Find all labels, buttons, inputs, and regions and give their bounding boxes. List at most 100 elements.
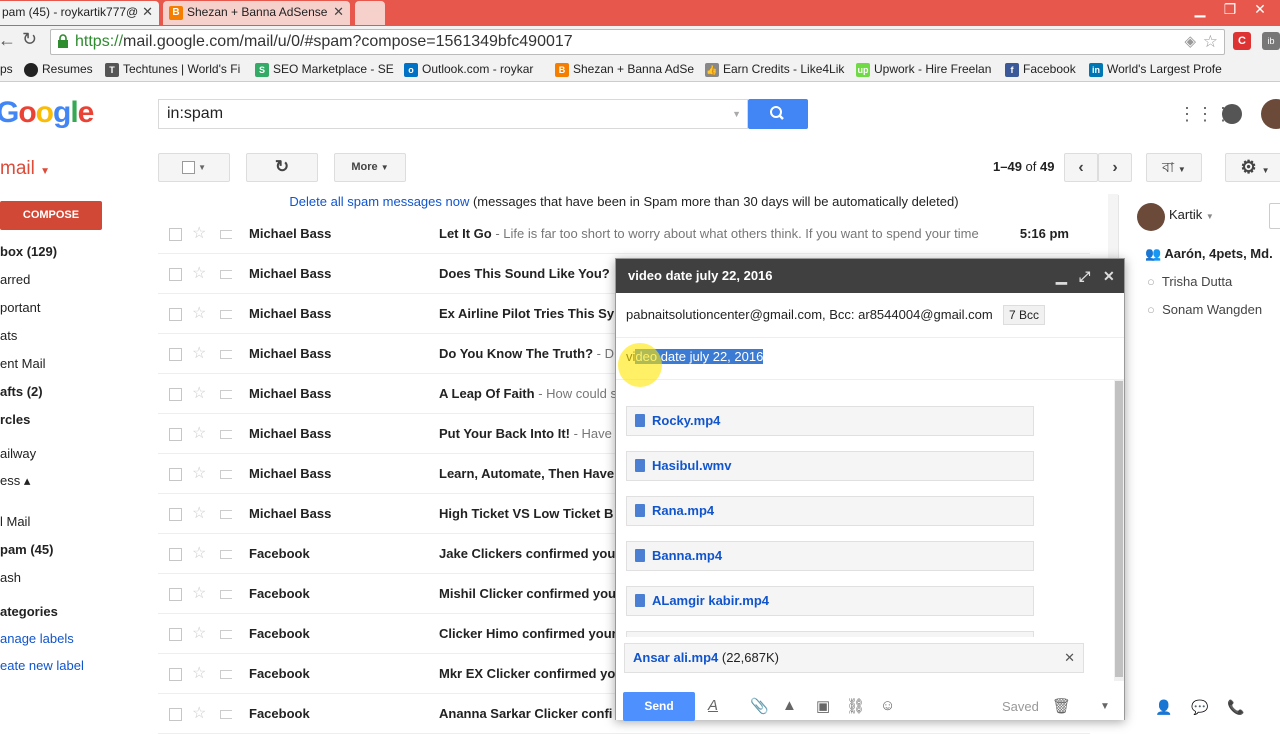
sidebar-item[interactable]: ent Mail bbox=[0, 356, 46, 371]
row-checkbox[interactable] bbox=[169, 588, 182, 601]
insert-photo-icon[interactable]: ▣ bbox=[816, 697, 830, 715]
more-button[interactable]: More ▼ bbox=[334, 153, 406, 182]
bookmark-upwork[interactable]: up Upwork - Hire Freelan bbox=[856, 58, 991, 80]
bookmark-star-icon[interactable]: ☆ bbox=[1203, 30, 1218, 54]
row-checkbox[interactable] bbox=[169, 308, 182, 321]
star-icon[interactable]: ☆ bbox=[192, 374, 206, 413]
star-icon[interactable]: ☆ bbox=[192, 454, 206, 493]
input-tools-button[interactable]: বা ▼ bbox=[1146, 153, 1202, 182]
address-bar[interactable]: https://mail.google.com/mail/u/0/#spam?c… bbox=[50, 29, 1225, 55]
bcc-chip[interactable]: 7 Bcc bbox=[1003, 305, 1046, 325]
search-input[interactable]: in:spam ▼ bbox=[158, 99, 748, 129]
star-icon[interactable]: ☆ bbox=[192, 494, 206, 533]
tab-adsense[interactable]: B Shezan + Banna AdSense ✕ bbox=[163, 1, 350, 25]
row-checkbox[interactable] bbox=[169, 268, 182, 281]
notifications-icon[interactable] bbox=[1222, 104, 1242, 124]
star-icon[interactable]: ☆ bbox=[192, 654, 206, 693]
table-row[interactable]: ☆ Michael Bass Let It Go - Life is far too… bbox=[158, 214, 1090, 254]
phone-icon[interactable]: 📞 bbox=[1227, 699, 1244, 716]
importance-marker-icon[interactable] bbox=[220, 230, 232, 239]
chat-group[interactable]: 👥 Aarón, 4pets, Md. bbox=[1145, 246, 1273, 262]
sidebar-item[interactable]: box (129) bbox=[0, 244, 57, 259]
hangouts-icon[interactable]: 💬 bbox=[1191, 699, 1208, 716]
star-icon[interactable]: ☆ bbox=[192, 694, 206, 733]
more-options-icon[interactable]: ▼ bbox=[1100, 701, 1110, 712]
compose-scrollbar[interactable] bbox=[1114, 379, 1124, 681]
star-icon[interactable]: ☆ bbox=[192, 614, 206, 653]
restore-window-icon[interactable]: ❐ bbox=[1215, 0, 1245, 20]
compose-header[interactable]: video date july 22, 2016 ▁ ⤢ ✕ bbox=[616, 259, 1124, 293]
avatar[interactable] bbox=[1261, 99, 1280, 129]
bookmark-apps[interactable]: ps bbox=[0, 58, 13, 80]
attach-file-icon[interactable]: 📎 bbox=[750, 697, 769, 715]
row-checkbox[interactable] bbox=[169, 428, 182, 441]
attachment-chip[interactable]: Rana.mp4 bbox=[626, 496, 1034, 526]
insert-link-icon[interactable]: ⛓ bbox=[846, 697, 865, 715]
sidebar-item[interactable]: ategories bbox=[0, 604, 58, 619]
minimize-icon[interactable]: ▁ bbox=[1056, 259, 1067, 293]
bookmark-techtunes[interactable]: T Techtunes | World's Fi bbox=[105, 58, 240, 80]
older-button[interactable]: › bbox=[1098, 153, 1132, 182]
sidebar-item[interactable]: ats bbox=[0, 328, 17, 343]
row-checkbox[interactable] bbox=[169, 508, 182, 521]
bookmark-seo[interactable]: S SEO Marketplace - SE bbox=[255, 58, 394, 80]
search-button[interactable] bbox=[748, 99, 808, 129]
sidebar-item[interactable]: rcles bbox=[0, 412, 30, 427]
importance-marker-icon[interactable] bbox=[220, 430, 232, 439]
refresh-button[interactable]: ↻ bbox=[246, 153, 318, 182]
extension-c-icon[interactable]: C bbox=[1233, 32, 1251, 50]
star-icon[interactable]: ☆ bbox=[192, 574, 206, 613]
sidebar-item[interactable]: anage labels bbox=[0, 631, 74, 646]
importance-marker-icon[interactable] bbox=[220, 710, 232, 719]
star-icon[interactable]: ☆ bbox=[192, 214, 206, 253]
minimize-window-icon[interactable]: ▁ bbox=[1185, 0, 1215, 20]
newer-button[interactable]: ‹ bbox=[1064, 153, 1098, 182]
settings-button[interactable]: ⚙ ▼ bbox=[1225, 153, 1280, 182]
delete-all-spam-link[interactable]: Delete all spam messages now bbox=[289, 194, 469, 209]
row-checkbox[interactable] bbox=[169, 708, 182, 721]
search-options-icon[interactable]: ▼ bbox=[732, 100, 741, 128]
chat-search-input[interactable] bbox=[1269, 203, 1280, 229]
gmail-menu[interactable]: mail ▼ bbox=[0, 158, 50, 180]
remove-attachment-icon[interactable]: ✕ bbox=[1064, 644, 1075, 672]
row-checkbox[interactable] bbox=[169, 348, 182, 361]
row-checkbox[interactable] bbox=[169, 468, 182, 481]
chat-avatar[interactable] bbox=[1137, 203, 1165, 231]
row-checkbox[interactable] bbox=[169, 668, 182, 681]
bookmark-adsense[interactable]: B Shezan + Banna AdSe bbox=[555, 58, 694, 80]
row-checkbox[interactable] bbox=[169, 228, 182, 241]
sidebar-item[interactable]: eate new label bbox=[0, 658, 84, 673]
sidebar-item[interactable]: afts (2) bbox=[0, 384, 43, 399]
importance-marker-icon[interactable] bbox=[220, 670, 232, 679]
star-icon[interactable]: ☆ bbox=[192, 294, 206, 333]
formatting-icon[interactable]: A bbox=[708, 697, 718, 714]
back-icon[interactable]: ← bbox=[0, 30, 16, 51]
importance-marker-icon[interactable] bbox=[220, 470, 232, 479]
row-checkbox[interactable] bbox=[169, 628, 182, 641]
chat-contact[interactable]: ○ Sonam Wangden bbox=[1147, 302, 1262, 317]
importance-marker-icon[interactable] bbox=[220, 310, 232, 319]
discard-draft-icon[interactable]: 🗑 bbox=[1052, 697, 1071, 715]
attachment-chip[interactable]: ALamgir kabir.mp4 bbox=[626, 586, 1034, 616]
importance-marker-icon[interactable] bbox=[220, 350, 232, 359]
extension-icon[interactable]: ◈ bbox=[1184, 30, 1196, 54]
close-tab-icon[interactable]: ✕ bbox=[142, 1, 153, 23]
sidebar-item[interactable]: ess ▴ bbox=[0, 473, 30, 489]
star-icon[interactable]: ☆ bbox=[192, 414, 206, 453]
close-window-icon[interactable]: ✕ bbox=[1245, 0, 1275, 20]
star-icon[interactable]: ☆ bbox=[192, 254, 206, 293]
sidebar-item[interactable]: ash bbox=[0, 570, 21, 585]
recipients-field[interactable]: pabnaitsolutioncenter@gmail.com, Bcc: ar… bbox=[626, 307, 993, 322]
sidebar-item[interactable]: arred bbox=[0, 272, 30, 287]
attachment-chip[interactable]: Banna.mp4 bbox=[626, 541, 1034, 571]
chat-user[interactable]: Kartik ▼ bbox=[1169, 207, 1214, 222]
row-checkbox[interactable] bbox=[169, 388, 182, 401]
star-icon[interactable]: ☆ bbox=[192, 534, 206, 573]
row-checkbox[interactable] bbox=[169, 548, 182, 561]
emoji-icon[interactable]: ☺ bbox=[880, 697, 895, 714]
bookmark-outlook[interactable]: o Outlook.com - roykar bbox=[404, 58, 533, 80]
compose-button[interactable]: COMPOSE bbox=[0, 201, 102, 230]
bookmark-facebook[interactable]: f Facebook bbox=[1005, 58, 1076, 80]
scrollbar-thumb[interactable] bbox=[1115, 381, 1123, 677]
sidebar-item[interactable]: portant bbox=[0, 300, 40, 315]
